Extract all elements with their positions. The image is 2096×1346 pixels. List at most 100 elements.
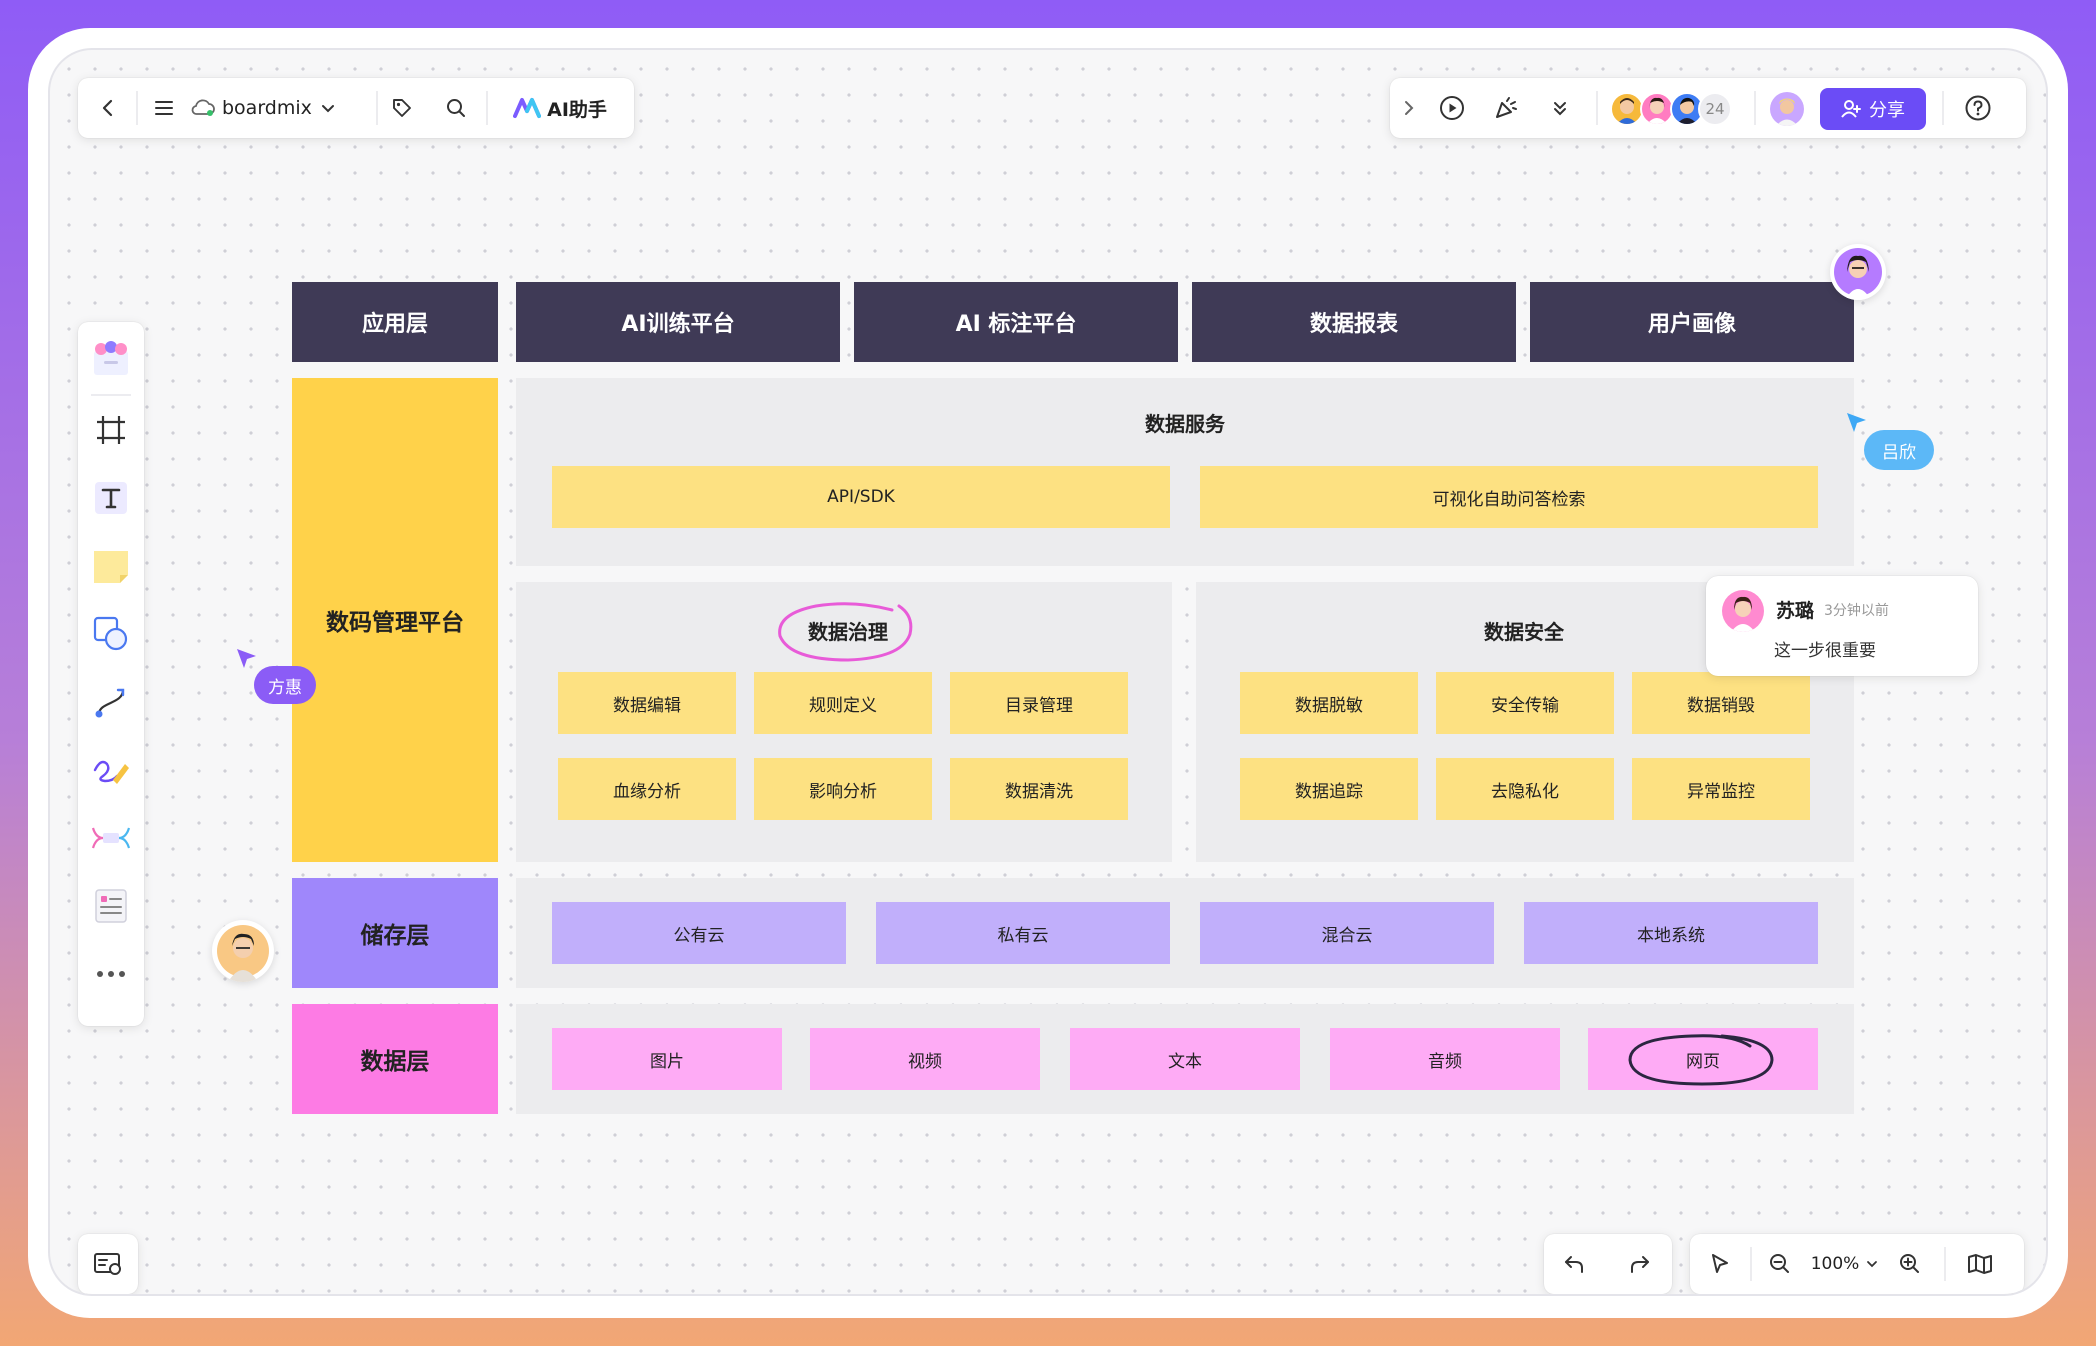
storage-layer-label[interactable]: 储存层 <box>292 878 498 988</box>
ai-assistant-button[interactable]: AI助手 <box>496 88 624 128</box>
service-item[interactable]: API/SDK <box>552 466 1170 528</box>
governance-item[interactable]: 数据编辑 <box>558 672 736 734</box>
pointer-cursor-icon <box>1712 1254 1728 1273</box>
collaborator-avatars[interactable]: 24 <box>1610 92 1740 126</box>
divider <box>376 91 378 125</box>
collapse-toolbar-button[interactable] <box>1396 92 1422 124</box>
security-item[interactable]: 数据销毁 <box>1632 672 1810 734</box>
divider <box>1944 1247 1946 1281</box>
ai-logo-icon <box>513 98 542 118</box>
text-icon <box>95 482 127 514</box>
mind-map-tool[interactable] <box>87 814 135 862</box>
data-item[interactable]: 视频 <box>810 1028 1040 1090</box>
header-application-layer[interactable]: 应用层 <box>292 282 498 362</box>
more-tools-button[interactable] <box>1542 90 1578 126</box>
view-toolbar: 100% <box>1690 1234 2024 1294</box>
text-tool[interactable] <box>87 474 135 522</box>
header-ai-training-platform[interactable]: AI训练平台 <box>516 282 840 362</box>
security-item[interactable]: 数据追踪 <box>1240 758 1418 820</box>
shapes-icon <box>93 616 128 651</box>
pen-tool[interactable] <box>87 746 135 794</box>
zoom-level-select[interactable]: 100% <box>1802 1246 1888 1282</box>
storage-item[interactable]: 公有云 <box>552 902 846 964</box>
chevron-right-icon <box>1405 101 1414 115</box>
data-item[interactable]: 音频 <box>1330 1028 1560 1090</box>
chevron-left-icon <box>102 99 113 117</box>
current-user-avatar[interactable] <box>1770 92 1804 126</box>
zoom-out-button[interactable] <box>1762 1246 1798 1282</box>
collaborator-avatar[interactable] <box>1830 244 1886 300</box>
zoom-in-icon <box>1900 1254 1919 1273</box>
menu-button[interactable] <box>146 90 182 126</box>
mind-map-icon <box>91 827 131 849</box>
data-item[interactable]: 网页 <box>1588 1028 1818 1090</box>
help-icon <box>1965 95 1991 121</box>
data-layer-label[interactable]: 数据层 <box>292 1004 498 1114</box>
table-tool[interactable] <box>87 882 135 930</box>
back-button[interactable] <box>90 90 126 126</box>
storage-item[interactable]: 私有云 <box>876 902 1170 964</box>
data-item[interactable]: 文本 <box>1070 1028 1300 1090</box>
security-item[interactable]: 数据脱敏 <box>1240 672 1418 734</box>
governance-item[interactable]: 目录管理 <box>950 672 1128 734</box>
header-ai-labeling-platform[interactable]: AI 标注平台 <box>854 282 1178 362</box>
left-tool-palette <box>78 322 144 1026</box>
whiteboard-canvas[interactable]: boardmix AI助手 24 分享 100% 应用层 AI训练平台 AI 标… <box>48 48 2048 1296</box>
celebrate-button[interactable] <box>1488 90 1524 126</box>
zoom-in-button[interactable] <box>1892 1246 1928 1282</box>
security-item[interactable]: 安全传输 <box>1436 672 1614 734</box>
templates-icon <box>94 341 128 375</box>
tag-icon <box>393 99 411 117</box>
data-item[interactable]: 图片 <box>552 1028 782 1090</box>
governance-item[interactable]: 血缘分析 <box>558 758 736 820</box>
comment-author: 苏璐 <box>1776 600 1815 622</box>
platform-label[interactable]: 数码管理平台 <box>292 378 498 862</box>
minimap-button[interactable] <box>1962 1246 1998 1282</box>
security-item[interactable]: 去隐私化 <box>1436 758 1614 820</box>
collaborator-avatar[interactable] <box>212 920 274 982</box>
board-info-button[interactable] <box>86 1242 130 1286</box>
connector-line-icon <box>95 688 125 718</box>
data-service-block[interactable] <box>516 378 1854 566</box>
workspace-switcher[interactable]: boardmix <box>190 90 340 126</box>
header-user-profile[interactable]: 用户画像 <box>1530 282 1854 362</box>
collaborator-count: 24 <box>1698 92 1732 126</box>
header-data-report[interactable]: 数据报表 <box>1192 282 1516 362</box>
board-info-icon <box>94 1253 121 1275</box>
add-user-icon <box>1841 100 1861 118</box>
help-button[interactable] <box>1960 90 1996 126</box>
connector-tool[interactable] <box>87 678 135 726</box>
security-item[interactable]: 异常监控 <box>1632 758 1810 820</box>
redo-button[interactable] <box>1622 1246 1658 1282</box>
tag-button[interactable] <box>384 90 420 126</box>
divider <box>91 394 131 396</box>
avatar <box>1640 92 1674 126</box>
search-button[interactable] <box>438 90 474 126</box>
undo-button[interactable] <box>1556 1246 1592 1282</box>
storage-item[interactable]: 本地系统 <box>1524 902 1818 964</box>
governance-item[interactable]: 数据清洗 <box>950 758 1128 820</box>
select-tool-button[interactable] <box>1702 1246 1738 1282</box>
storage-block[interactable] <box>516 878 1854 988</box>
service-item[interactable]: 可视化自助问答检索 <box>1200 466 1818 528</box>
divider <box>1754 91 1756 125</box>
map-icon <box>1968 1254 1992 1274</box>
pen-icon <box>93 760 129 784</box>
shape-tool[interactable] <box>87 610 135 658</box>
board-info-panel <box>78 1234 138 1294</box>
collaborator-cursor-icon <box>1847 413 1866 432</box>
data-layer-block[interactable] <box>516 1004 1854 1114</box>
sticky-note-tool[interactable] <box>87 542 135 590</box>
more-tools-button[interactable] <box>87 950 135 998</box>
template-library-button[interactable] <box>87 334 135 382</box>
comment-card[interactable]: 苏璐 3分钟以前 这一步很重要 <box>1706 576 1978 676</box>
present-button[interactable] <box>1434 90 1470 126</box>
storage-item[interactable]: 混合云 <box>1200 902 1494 964</box>
governance-item[interactable]: 规则定义 <box>754 672 932 734</box>
frame-tool[interactable] <box>87 406 135 454</box>
share-button[interactable]: 分享 <box>1820 88 1926 130</box>
governance-item[interactable]: 影响分析 <box>754 758 932 820</box>
data-governance-block[interactable] <box>516 582 1172 862</box>
workspace-name: boardmix <box>222 97 312 119</box>
data-service-title: 数据服务 <box>1145 412 1225 436</box>
